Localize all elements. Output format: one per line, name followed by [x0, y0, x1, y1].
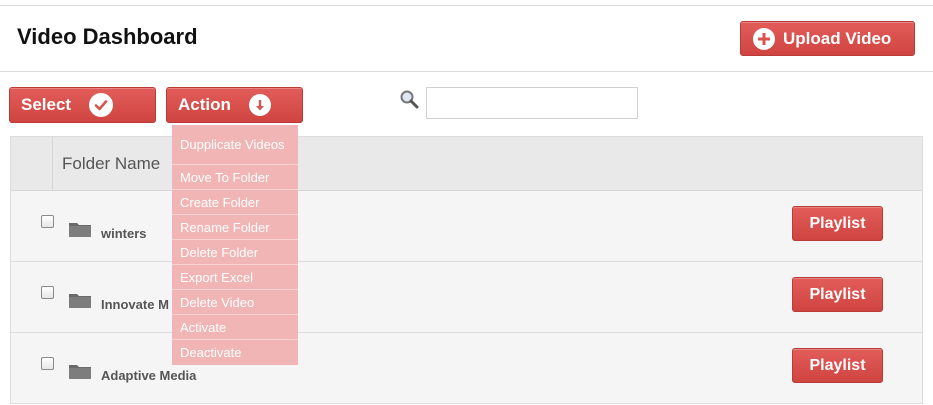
- header-divider: [0, 71, 933, 72]
- select-label: Select: [21, 95, 72, 114]
- page-title: Video Dashboard: [17, 24, 198, 49]
- menu-item-export-excel[interactable]: Export Excel: [172, 265, 298, 290]
- menu-item-duplicate-videos[interactable]: Dupplicate Videos: [172, 125, 298, 165]
- row-checkbox[interactable]: [41, 215, 54, 228]
- menu-item-create-folder[interactable]: Create Folder: [172, 190, 298, 215]
- folder-name[interactable]: winters: [101, 226, 147, 241]
- table-row: winters Playlist: [11, 191, 922, 262]
- folder-name-column-header: Folder Name: [62, 154, 161, 173]
- menu-item-activate[interactable]: Activate: [172, 315, 298, 340]
- search-icon: [400, 90, 419, 109]
- playlist-button[interactable]: Playlist: [792, 277, 883, 312]
- playlist-button[interactable]: Playlist: [792, 348, 883, 383]
- select-button[interactable]: Select: [9, 87, 156, 123]
- check-circle-icon: [89, 93, 114, 117]
- table-row: Innovate M Playlist: [11, 262, 922, 333]
- table-row: Adaptive Media Playlist: [11, 333, 922, 404]
- folder-table: Folder Name winters Playlist Innovate M …: [10, 136, 923, 404]
- plus-circle-icon: [753, 27, 775, 50]
- menu-item-move-to-folder[interactable]: Move To Folder: [172, 165, 298, 190]
- folder-name[interactable]: Innovate M: [101, 297, 169, 312]
- search-input[interactable]: [426, 87, 638, 119]
- down-arrow-circle-icon: [248, 94, 271, 116]
- action-label: Action: [178, 95, 231, 114]
- action-button[interactable]: Action: [166, 87, 303, 123]
- row-checkbox[interactable]: [41, 286, 54, 299]
- action-dropdown-menu: Dupplicate Videos Move To Folder Create …: [172, 125, 298, 365]
- upload-video-button[interactable]: Upload Video: [740, 21, 915, 56]
- playlist-button[interactable]: Playlist: [792, 206, 883, 241]
- header-column-divider: [52, 137, 53, 191]
- folder-name[interactable]: Adaptive Media: [101, 368, 196, 383]
- folder-icon: [69, 223, 91, 237]
- upload-video-label: Upload Video: [783, 28, 892, 48]
- top-divider: [0, 5, 933, 6]
- row-checkbox[interactable]: [41, 357, 54, 370]
- menu-item-delete-folder[interactable]: Delete Folder: [172, 240, 298, 265]
- folder-icon: [69, 294, 91, 308]
- table-header: Folder Name: [11, 137, 922, 191]
- menu-item-rename-folder[interactable]: Rename Folder: [172, 215, 298, 240]
- menu-item-deactivate[interactable]: Deactivate: [172, 340, 298, 365]
- folder-icon: [69, 365, 91, 379]
- menu-item-delete-video[interactable]: Delete Video: [172, 290, 298, 315]
